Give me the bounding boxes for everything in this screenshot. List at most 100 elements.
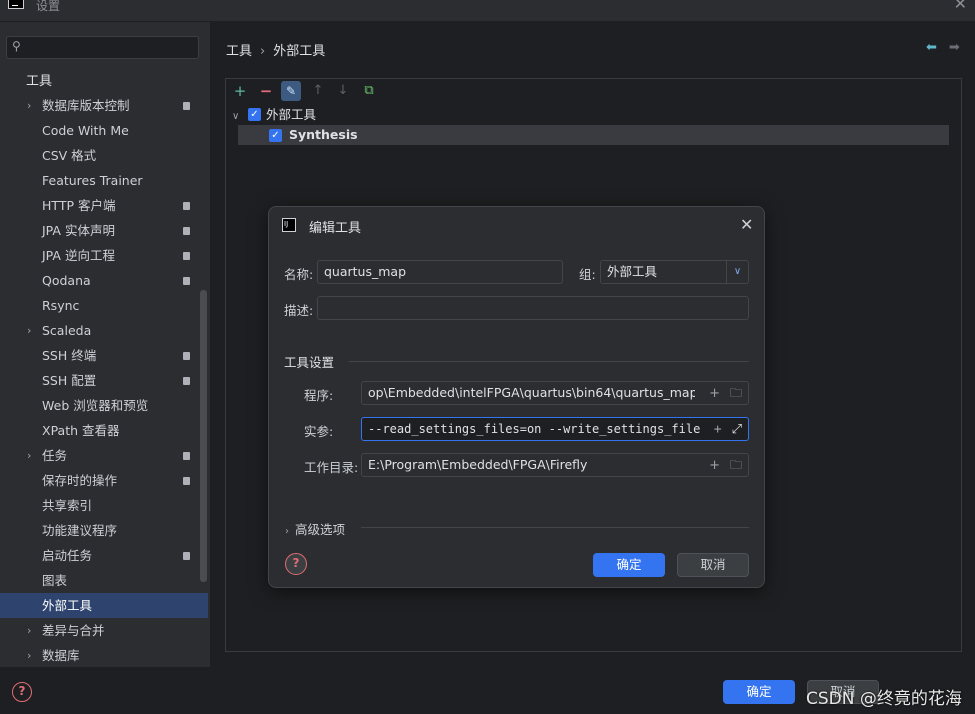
edit-pencil-icon[interactable]: ✎ xyxy=(281,81,301,101)
sidebar-item[interactable]: 保存时的操作 xyxy=(0,468,208,493)
section-divider xyxy=(349,361,749,362)
sidebar-item[interactable]: CSV 格式 xyxy=(0,143,208,168)
folder-icon[interactable]: 🗀 xyxy=(730,382,742,404)
chevron-right-icon: › xyxy=(285,526,289,537)
workdir-value: E:\Program\Embedded\FPGA\Firefly xyxy=(368,457,588,472)
tree-tool-row[interactable]: ✓ Synthesis xyxy=(238,125,949,145)
chevron-right-icon[interactable]: › xyxy=(27,93,31,118)
advanced-divider xyxy=(361,527,749,528)
breadcrumb-separator: › xyxy=(260,44,266,59)
name-field[interactable]: quartus_map xyxy=(317,260,563,284)
tools-toolbar: + − ✎ ↑ ↓ ⧉ xyxy=(226,79,961,103)
insert-macro-plus-icon[interactable]: + xyxy=(709,455,720,476)
window-title: 设置 xyxy=(36,0,61,13)
group-select-value: 外部工具 xyxy=(607,264,658,279)
sidebar-item[interactable]: Web 浏览器和预览 xyxy=(0,393,208,418)
sidebar-item-label: Rsync xyxy=(42,298,80,313)
move-up-icon[interactable]: ↑ xyxy=(308,81,328,101)
advanced-options-toggle[interactable]: › 高级选项 xyxy=(285,519,345,538)
sidebar-item[interactable]: HTTP 客户端 xyxy=(0,193,208,218)
folder-icon[interactable]: 🗀 xyxy=(730,454,742,476)
program-field[interactable]: op\Embedded\intelFPGA\quartus\bin64\quar… xyxy=(361,381,749,405)
sidebar-item[interactable]: 功能建议程序 xyxy=(0,518,208,543)
sidebar-item[interactable]: 共享索引 xyxy=(0,493,208,518)
sidebar-item[interactable]: Qodana xyxy=(0,268,208,293)
group-checkbox[interactable]: ✓ xyxy=(248,108,261,121)
sidebar-item[interactable]: Code With Me xyxy=(0,118,208,143)
sidebar-item[interactable]: Rsync xyxy=(0,293,208,318)
sidebar-item[interactable]: JPA 实体声明 xyxy=(0,218,208,243)
tree-group-label: 外部工具 xyxy=(266,107,317,122)
history-nav: ⬅ ➡ xyxy=(926,40,960,55)
tree-group-row[interactable]: ∨ ✓ 外部工具 xyxy=(232,105,952,125)
copy-icon[interactable]: ⧉ xyxy=(359,81,379,101)
group-label: 组: xyxy=(579,267,596,282)
breadcrumb-current: 外部工具 xyxy=(273,44,326,59)
remove-icon[interactable]: − xyxy=(256,81,276,101)
sidebar-item[interactable]: › 差异与合并 xyxy=(0,618,208,643)
settings-ok-button[interactable]: 确定 xyxy=(723,680,795,704)
project-level-icon xyxy=(183,352,190,360)
dialog-cancel-button[interactable]: 取消 xyxy=(677,553,749,577)
sidebar-item-label: Qodana xyxy=(42,273,91,288)
settings-sidebar: ⚲ 工具 › 数据库版本控制 Code With Me CSV 格式 Features … xyxy=(0,22,210,667)
program-value: op\Embedded\intelFPGA\quartus\bin64\quar… xyxy=(368,385,724,400)
sidebar-item-label: 启动任务 xyxy=(42,548,93,563)
insert-macro-plus-icon[interactable]: + xyxy=(714,419,722,440)
help-icon[interactable]: ? xyxy=(12,682,32,702)
dialog-close-icon[interactable]: ✕ xyxy=(740,215,753,234)
sidebar-item[interactable]: Features Trainer xyxy=(0,168,208,193)
chevron-right-icon[interactable]: › xyxy=(27,618,31,643)
group-select[interactable]: 外部工具 ∨ xyxy=(600,260,749,284)
advanced-options-label: 高级选项 xyxy=(295,522,346,537)
project-level-icon xyxy=(183,102,190,110)
search-input[interactable] xyxy=(31,39,191,56)
add-icon[interactable]: + xyxy=(230,81,250,101)
description-label: 描述: xyxy=(284,303,314,318)
sidebar-item[interactable]: XPath 查看器 xyxy=(0,418,208,443)
sidebar-item[interactable]: 外部工具 xyxy=(0,593,208,618)
move-down-icon[interactable]: ↓ xyxy=(333,81,353,101)
sidebar-item-label: XPath 查看器 xyxy=(42,423,120,438)
description-field[interactable] xyxy=(317,296,749,320)
chevron-down-icon[interactable]: ∨ xyxy=(726,261,748,283)
tool-checkbox[interactable]: ✓ xyxy=(269,129,282,142)
sidebar-item[interactable]: SSH 终端 xyxy=(0,343,208,368)
expand-icon[interactable]: ⤢ xyxy=(732,419,742,440)
chevron-right-icon[interactable]: › xyxy=(27,643,31,668)
window-close-icon[interactable]: ✕ xyxy=(954,0,967,13)
settings-search[interactable]: ⚲ xyxy=(6,36,199,59)
sidebar-item[interactable]: JPA 逆向工程 xyxy=(0,243,208,268)
sidebar-item[interactable]: › 任务 xyxy=(0,443,208,468)
sidebar-scrollbar[interactable] xyxy=(200,290,207,582)
sidebar-item[interactable]: SSH 配置 xyxy=(0,368,208,393)
help-icon[interactable]: ? xyxy=(285,553,307,575)
sidebar-item[interactable]: 启动任务 xyxy=(0,543,208,568)
chevron-down-icon[interactable]: ∨ xyxy=(232,107,248,127)
sidebar-item-label: JPA 实体声明 xyxy=(42,223,115,238)
sidebar-root-tools[interactable]: 工具 xyxy=(26,70,52,89)
csdn-watermark: CSDN @终竟的花海 xyxy=(806,689,962,709)
sidebar-item-label: SSH 终端 xyxy=(42,348,97,363)
insert-macro-plus-icon[interactable]: + xyxy=(709,383,720,404)
workdir-field[interactable]: E:\Program\Embedded\FPGA\Firefly + 🗀 xyxy=(361,453,749,477)
sidebar-item[interactable]: › Scaleda xyxy=(0,318,208,343)
name-label: 名称: xyxy=(284,267,314,282)
back-arrow-icon[interactable]: ⬅ xyxy=(926,40,937,55)
sidebar-item[interactable]: › 数据库 xyxy=(0,643,208,668)
breadcrumb-parent[interactable]: 工具 xyxy=(226,44,252,59)
tree-tool-label: Synthesis xyxy=(289,127,358,142)
arguments-value: --read_settings_files=on --write_setting… xyxy=(368,422,708,436)
project-level-icon xyxy=(183,552,190,560)
arguments-field[interactable]: --read_settings_files=on --write_setting… xyxy=(361,417,749,441)
sidebar-item[interactable]: 图表 xyxy=(0,568,208,593)
forward-arrow-icon[interactable]: ➡ xyxy=(949,40,960,55)
chevron-right-icon[interactable]: › xyxy=(27,443,31,468)
chevron-right-icon[interactable]: › xyxy=(27,318,31,343)
project-level-icon xyxy=(183,227,190,235)
edit-tool-dialog: IJ 编辑工具 ✕ 名称: quartus_map 组: 外部工具 ∨ 描述: … xyxy=(268,206,765,588)
sidebar-item[interactable]: › 数据库版本控制 xyxy=(0,93,208,118)
dialog-ok-button[interactable]: 确定 xyxy=(593,553,665,577)
sidebar-item-label: 数据库 xyxy=(42,648,80,663)
sidebar-item-label: 差异与合并 xyxy=(42,623,105,638)
